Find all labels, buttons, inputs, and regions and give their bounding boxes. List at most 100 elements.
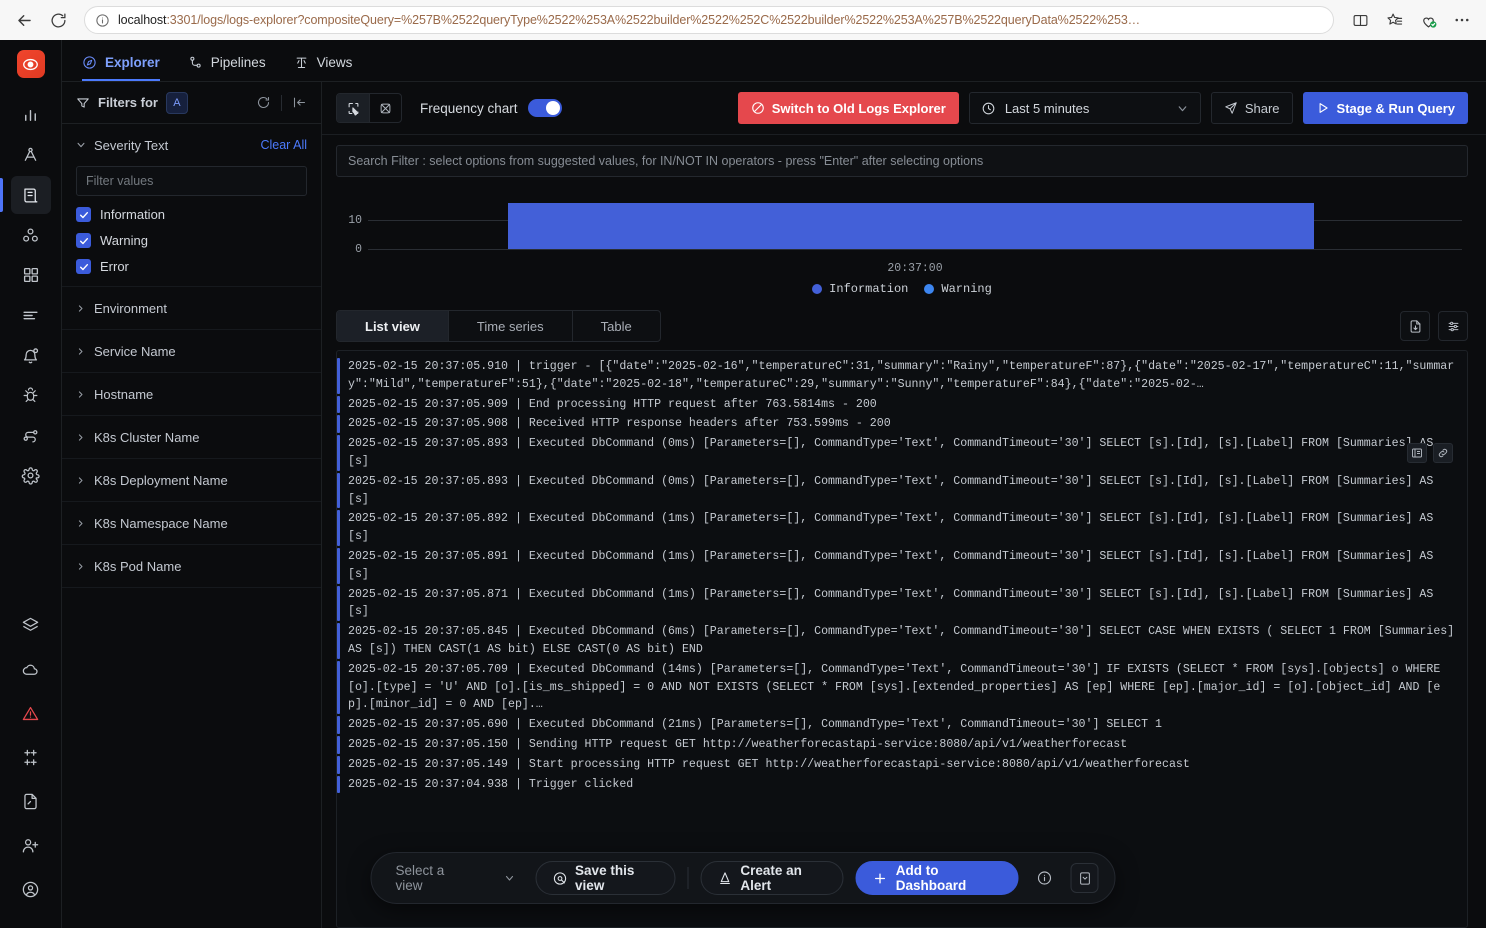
sidebar-item-logs[interactable] [10,176,51,214]
tab-explorer[interactable]: Explorer [82,55,160,81]
log-line: 2025-02-15 20:37:05.845 | Executed DbCom… [348,625,1462,656]
sidebar-item-exceptions[interactable] [11,376,51,414]
sidebar-item-services[interactable] [11,96,51,134]
sidebar-item-alerts[interactable] [11,336,51,374]
options-icon[interactable] [1438,311,1468,341]
warning-icon[interactable] [11,694,51,732]
log-row[interactable]: 2025-02-15 20:37:05.910 | trigger - [{"d… [337,357,1467,395]
log-row[interactable]: 2025-02-15 20:37:05.893 | Executed DbCom… [337,472,1467,510]
time-range-selector[interactable]: Last 5 minutes [968,92,1201,124]
log-row[interactable]: 2025-02-15 20:37:05.908 | Received HTTP … [337,414,1467,434]
info-icon[interactable] [1031,863,1059,893]
split-screen-icon[interactable] [1344,5,1376,35]
body-row: Filters for A Severity Text Clear All Fi… [62,82,1486,928]
severity-indicator [337,716,340,734]
log-line: 2025-02-15 20:37:05.893 | Executed DbCom… [348,474,1441,506]
tab-list-view[interactable]: List view [337,311,448,341]
log-row[interactable]: 2025-02-15 20:37:05.892 | Executed DbCom… [337,509,1467,547]
log-row[interactable]: 2025-02-15 20:37:05.690 | Executed DbCom… [337,715,1467,735]
toggle-knob [545,101,560,115]
log-row[interactable]: 2025-02-15 20:37:04.938 | Trigger clicke… [337,775,1467,795]
log-row[interactable]: 2025-02-15 20:37:05.149 | Start processi… [337,755,1467,775]
y-axis-tick: 0 [355,243,362,256]
severity-indicator [337,623,340,659]
chevron-right-icon [76,433,85,442]
back-arrow-icon[interactable] [8,5,40,35]
collections-icon[interactable] [1412,5,1444,35]
sidebar-item-messaging-queues[interactable] [11,296,51,334]
clear-all-button[interactable]: Clear All [260,138,307,152]
more-icon[interactable] [1446,5,1478,35]
browser-chrome: localhost:3301/logs/logs-explorer?compos… [0,0,1486,40]
sidebar-item-traces[interactable] [11,136,51,174]
log-row[interactable]: 2025-02-15 20:37:05.893 | Executed DbCom… [337,434,1467,472]
filter-section-header[interactable]: K8s Pod Name [62,545,321,587]
filter-section-header[interactable]: K8s Deployment Name [62,459,321,501]
filter-section-header[interactable]: Service Name [62,330,321,372]
switch-to-old-logs-explorer-button[interactable]: Switch to Old Logs Explorer [737,92,959,124]
filter-section-header[interactable]: K8s Namespace Name [62,502,321,544]
collapse-panel-icon[interactable] [292,95,307,110]
tab-pipelines[interactable]: Pipelines [188,55,266,81]
address-bar[interactable]: localhost:3301/logs/logs-explorer?compos… [84,6,1334,34]
invite-member-icon[interactable] [11,826,51,864]
log-line: 2025-02-15 20:37:05.909 | End processing… [348,397,877,411]
bar-information[interactable] [508,203,1314,249]
severity-indicator [337,395,340,414]
filter-section-header[interactable]: Environment [62,287,321,329]
filter-section-header[interactable]: Severity Text Clear All [62,124,321,166]
raw-view-icon[interactable] [369,94,401,122]
filter-section-k8s-cluster-name: K8s Cluster Name [62,416,321,459]
filter-values-input[interactable] [76,166,307,196]
account-icon[interactable] [11,870,51,908]
sidebar-item-pipelines[interactable] [11,416,51,454]
select-view-icon[interactable] [337,94,369,122]
filter-option-information[interactable]: Information [76,207,307,222]
add-to-dashboard-button[interactable]: Add to Dashboard [855,861,1019,895]
query-name-chip[interactable]: A [165,91,188,114]
share-button[interactable]: Share [1210,92,1293,124]
filter-section-header[interactable]: K8s Cluster Name [62,416,321,458]
log-row[interactable]: 2025-02-15 20:37:05.845 | Executed DbCom… [337,622,1467,660]
log-list[interactable]: 2025-02-15 20:37:05.910 | trigger - [{"d… [336,350,1468,928]
feedback-icon[interactable] [1070,863,1099,893]
filter-section-header[interactable]: Hostname [62,373,321,415]
sidebar-item-service-map[interactable] [11,216,51,254]
filter-option-warning[interactable]: Warning [76,233,307,248]
signoz-logo[interactable] [16,50,45,78]
frequency-chart: 10 0 20:37:00 Information Warning [322,185,1486,296]
frequency-chart-toggle[interactable] [527,99,562,117]
create-an-alert-button[interactable]: Create an Alert [700,861,844,895]
reload-icon[interactable] [42,5,74,35]
checkbox-checked-icon[interactable] [76,259,91,274]
favorites-icon[interactable] [1378,5,1410,35]
docs-icon[interactable] [11,782,51,820]
log-row[interactable]: 2025-02-15 20:37:05.709 | Executed DbCom… [337,660,1467,715]
refresh-icon[interactable] [256,95,271,110]
cloud-icon[interactable] [11,650,51,688]
log-row[interactable]: 2025-02-15 20:37:05.891 | Executed DbCom… [337,547,1467,585]
tab-time-series[interactable]: Time series [447,311,572,341]
download-icon[interactable] [1400,311,1430,341]
checkbox-checked-icon[interactable] [76,207,91,222]
log-row[interactable]: 2025-02-15 20:37:05.909 | End processing… [337,395,1467,415]
copy-link-icon[interactable] [1433,443,1453,463]
stage-and-run-query-button[interactable]: Stage & Run Query [1302,92,1468,124]
search-filter-input[interactable] [336,145,1468,177]
clock-icon [981,101,996,116]
filter-option-error[interactable]: Error [76,259,307,274]
select-view-dropdown[interactable]: Select a view [388,863,524,893]
sidebar-item-dashboards[interactable] [11,256,51,294]
log-row-hover-actions [1407,443,1453,463]
tab-table[interactable]: Table [571,311,660,341]
log-row[interactable]: 2025-02-15 20:37:05.150 | Sending HTTP r… [337,735,1467,755]
tab-views[interactable]: Views [294,55,352,81]
slack-icon[interactable] [11,738,51,776]
checkbox-checked-icon[interactable] [76,233,91,248]
integrations-icon[interactable] [11,606,51,644]
sidebar-item-settings[interactable] [11,456,51,494]
log-row[interactable]: 2025-02-15 20:37:05.871 | Executed DbCom… [337,585,1467,623]
chart-plot: 10 0 [336,191,1468,296]
log-details-icon[interactable] [1407,443,1427,463]
save-this-view-button[interactable]: Save this view [535,861,676,895]
